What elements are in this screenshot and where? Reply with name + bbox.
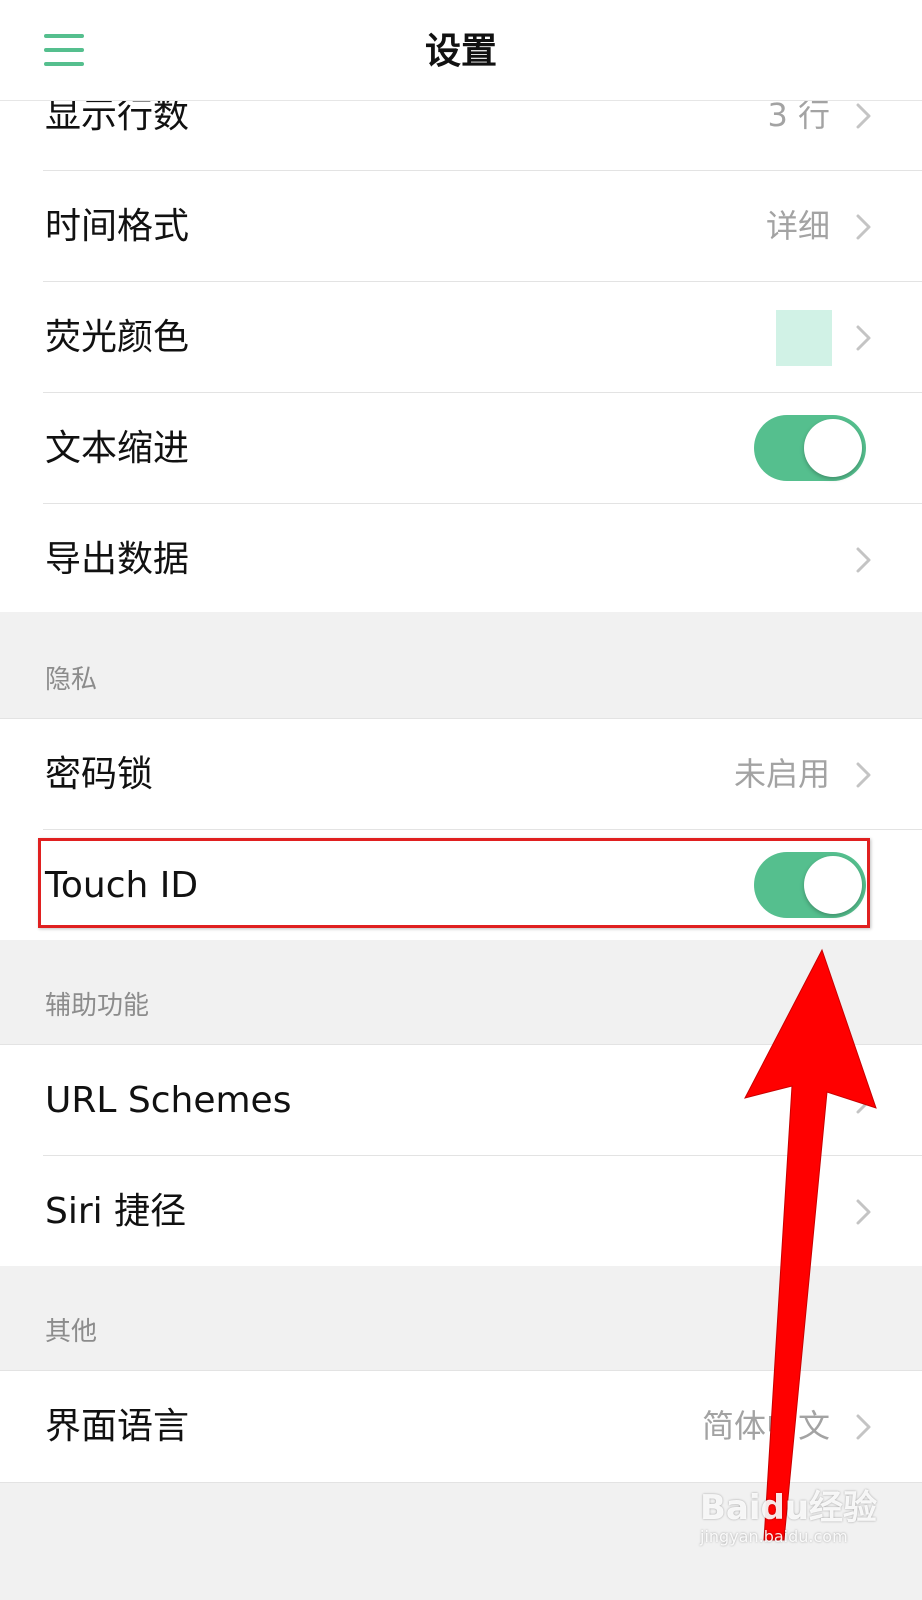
watermark-url: jingyan.baidu.com: [700, 1527, 848, 1546]
baidu-watermark: Baidu经验 jingyan.baidu.com: [700, 1488, 877, 1546]
watermark-logo: Baidu经验: [700, 1488, 878, 1528]
red-arrow-annotation: [744, 948, 877, 1541]
